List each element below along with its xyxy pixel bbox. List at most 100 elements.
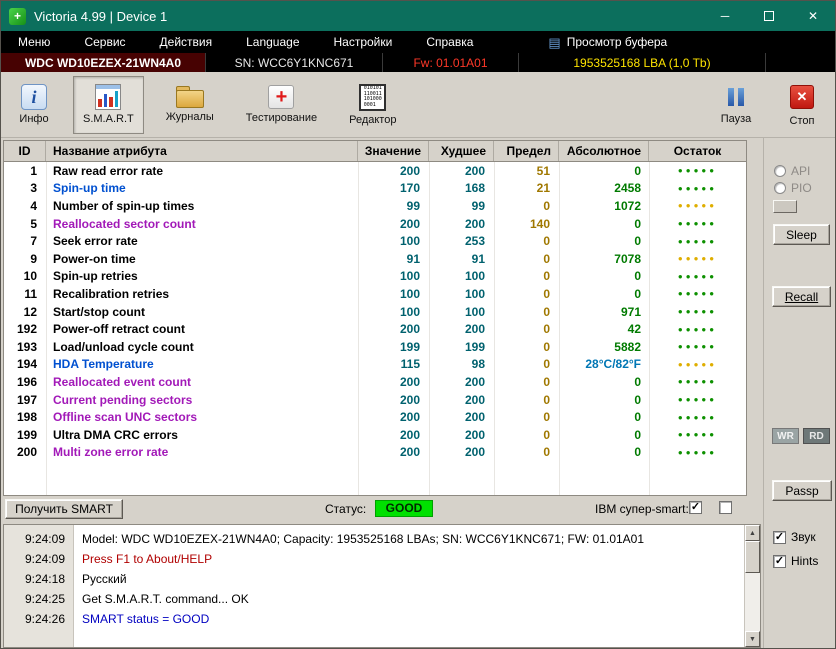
scroll-down-icon[interactable]: ▼ [745, 631, 760, 647]
api-radio[interactable]: API [774, 164, 810, 178]
folder-icon [176, 86, 204, 108]
minimize-icon[interactable]: ─ [703, 1, 747, 31]
log-message: SMART status = GOOD [82, 609, 744, 629]
attr-name: Multi zone error rate [46, 445, 358, 459]
hints-checkbox-box [773, 555, 786, 568]
attr-worst: 200 [429, 428, 494, 442]
table-row[interactable]: 5Reallocated sector count2002001400●●●●● [4, 215, 746, 233]
hints-checkbox[interactable]: Hints [773, 554, 818, 568]
table-row[interactable]: 11Recalibration retries10010000●●●●● [4, 285, 746, 303]
attr-raw: 0 [559, 269, 649, 283]
buffer-view-button[interactable]: ▤ Просмотр буфера [548, 35, 667, 49]
table-row[interactable]: 193Load/unload cycle count19919905882●●●… [4, 338, 746, 356]
log-scrollbar[interactable]: ▲ ▼ [744, 525, 760, 647]
wr-button[interactable]: WR [772, 428, 799, 444]
attr-health-dots: ●●●●● [649, 342, 746, 351]
sleep-button[interactable]: Sleep [773, 224, 830, 245]
close-icon[interactable]: ✕ [791, 1, 835, 31]
attr-health-dots: ●●●●● [649, 377, 746, 386]
ibm-super-smart-checkbox[interactable] [689, 501, 702, 514]
toolbar-smart-button[interactable]: S.M.A.R.T [73, 76, 144, 134]
attr-health-dots: ●●●●● [649, 254, 746, 263]
attr-worst: 200 [429, 410, 494, 424]
attr-id: 194 [4, 357, 46, 371]
get-smart-button[interactable]: Получить SMART [5, 499, 123, 519]
smart-status-strip: Получить SMART Статус: GOOD IBM супер-sm… [3, 498, 747, 520]
attr-raw: 0 [559, 445, 649, 459]
attr-id: 4 [4, 199, 46, 213]
scrollbar-thumb[interactable] [745, 541, 760, 573]
api-radio-circle [774, 165, 786, 177]
log-panel[interactable]: 9:24:099:24:099:24:189:24:259:24:26 Mode… [3, 524, 761, 648]
attr-name: Raw read error rate [46, 164, 358, 178]
pause-icon [723, 84, 749, 110]
menu-item-language[interactable]: Language [229, 35, 316, 49]
table-row[interactable]: 197Current pending sectors20020000●●●●● [4, 391, 746, 409]
menu-item-settings[interactable]: Настройки [317, 35, 410, 49]
attr-raw: 1072 [559, 199, 649, 213]
toolbar-stop-button[interactable]: ✕ Стоп [775, 76, 829, 134]
menu-item-service[interactable]: Сервис [67, 35, 142, 49]
toolbar-editor-button[interactable]: 010101 110011 101000 0001 Редактор [339, 76, 406, 134]
column-header-raw: Абсолютное [559, 141, 649, 161]
sound-checkbox[interactable]: Звук [773, 530, 816, 544]
table-row[interactable]: 198Offline scan UNC sectors20020000●●●●● [4, 408, 746, 426]
attr-worst: 200 [429, 322, 494, 336]
toolbar-journals-button[interactable]: Журналы [156, 76, 224, 134]
attr-raw: 0 [559, 428, 649, 442]
pio-radio[interactable]: PIO [774, 181, 812, 195]
stop-icon-wrap: ✕ [790, 82, 814, 112]
attr-raw: 42 [559, 322, 649, 336]
table-row[interactable]: 9Power-on time919107078●●●●● [4, 250, 746, 268]
log-message: Русский [82, 569, 744, 589]
scroll-up-icon[interactable]: ▲ [745, 525, 760, 541]
log-timestamp: 9:24:09 [4, 529, 73, 549]
table-row[interactable]: 200Multi zone error rate20020000●●●●● [4, 444, 746, 462]
table-row[interactable]: 7Seek error rate10025300●●●●● [4, 232, 746, 250]
attr-name: Spin-up retries [46, 269, 358, 283]
menu-item-menu[interactable]: Меню [1, 35, 67, 49]
table-row[interactable]: 1Raw read error rate200200510●●●●● [4, 162, 746, 180]
attr-id: 192 [4, 322, 46, 336]
window-title: Victoria 4.99 | Device 1 [34, 9, 167, 24]
sound-checkbox-box [773, 531, 786, 544]
toolbar-pause-button[interactable]: Пауза [709, 76, 763, 134]
maximize-icon[interactable] [747, 1, 791, 31]
table-row[interactable]: 199Ultra DMA CRC errors20020000●●●●● [4, 426, 746, 444]
attr-value: 99 [358, 199, 429, 213]
info-icon: i [21, 84, 47, 110]
table-row[interactable]: 194HDA Temperature11598028°C/82°F●●●●● [4, 356, 746, 374]
attr-name: Seek error rate [46, 234, 358, 248]
table-row[interactable]: 3Spin-up time170168212458●●●●● [4, 180, 746, 198]
attr-threshold: 0 [494, 357, 559, 371]
attr-value: 200 [358, 217, 429, 231]
attr-health-dots: ●●●●● [649, 237, 746, 246]
attr-threshold: 0 [494, 340, 559, 354]
table-row[interactable]: 4Number of spin-up times999901072●●●●● [4, 197, 746, 215]
toolbar-testing-button[interactable]: + Тестирование [236, 76, 327, 134]
attr-id: 199 [4, 428, 46, 442]
passp-button[interactable]: Passp [772, 480, 832, 501]
attr-id: 196 [4, 375, 46, 389]
attr-value: 91 [358, 252, 429, 266]
attr-worst: 91 [429, 252, 494, 266]
recall-button[interactable]: Recall [772, 286, 831, 307]
attr-threshold: 0 [494, 252, 559, 266]
attr-id: 5 [4, 217, 46, 231]
attr-worst: 98 [429, 357, 494, 371]
table-row[interactable]: 10Spin-up retries10010000●●●●● [4, 268, 746, 286]
menu-item-actions[interactable]: Действия [143, 35, 230, 49]
column-header-value: Значение [358, 141, 429, 161]
table-row[interactable]: 12Start/stop count1001000971●●●●● [4, 303, 746, 321]
title-bar: + Victoria 4.99 | Device 1 ─ ✕ [1, 1, 835, 31]
attr-threshold: 0 [494, 410, 559, 424]
table-row[interactable]: 192Power-off retract count200200042●●●●● [4, 320, 746, 338]
rd-button[interactable]: RD [803, 428, 830, 444]
column-header-health: Остаток [649, 141, 746, 161]
attr-worst: 200 [429, 445, 494, 459]
table-row[interactable]: 196Reallocated event count20020000●●●●● [4, 373, 746, 391]
extra-checkbox[interactable] [719, 501, 732, 514]
menu-item-help[interactable]: Справка [409, 35, 490, 49]
attr-worst: 200 [429, 393, 494, 407]
toolbar-info-button[interactable]: i Инфо [7, 76, 61, 134]
